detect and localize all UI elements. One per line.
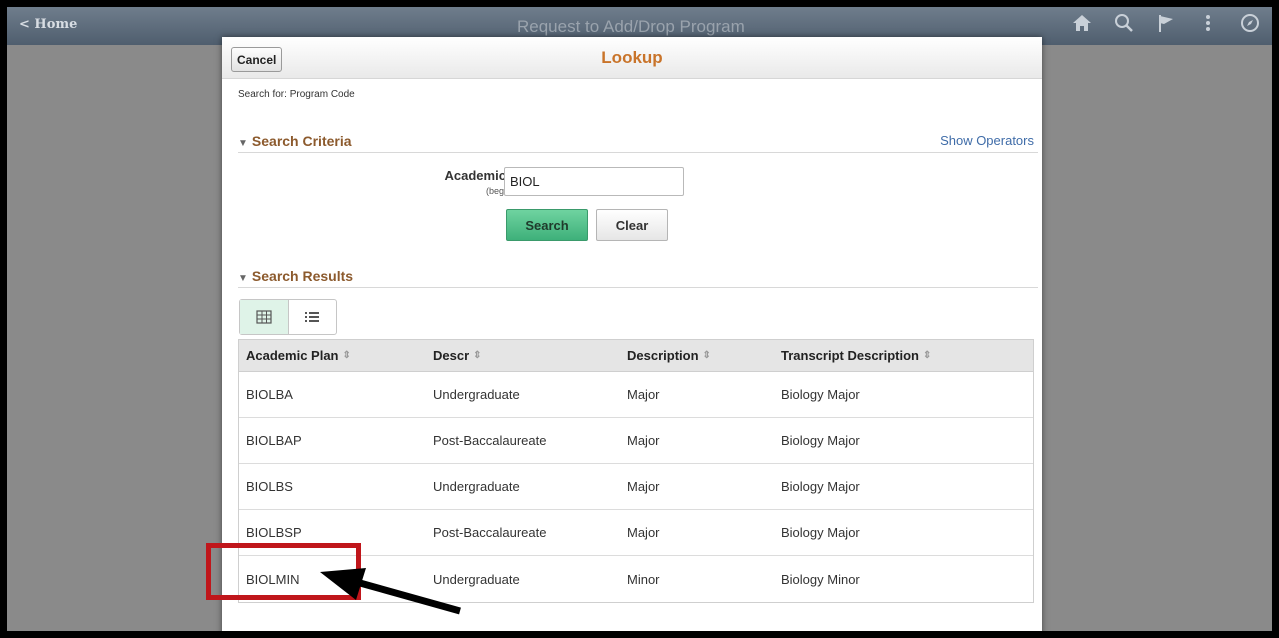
pointer-arrow-icon xyxy=(320,568,461,615)
screenshot-frame: < Home Request to Add/Drop Program Cance… xyxy=(0,0,1279,638)
